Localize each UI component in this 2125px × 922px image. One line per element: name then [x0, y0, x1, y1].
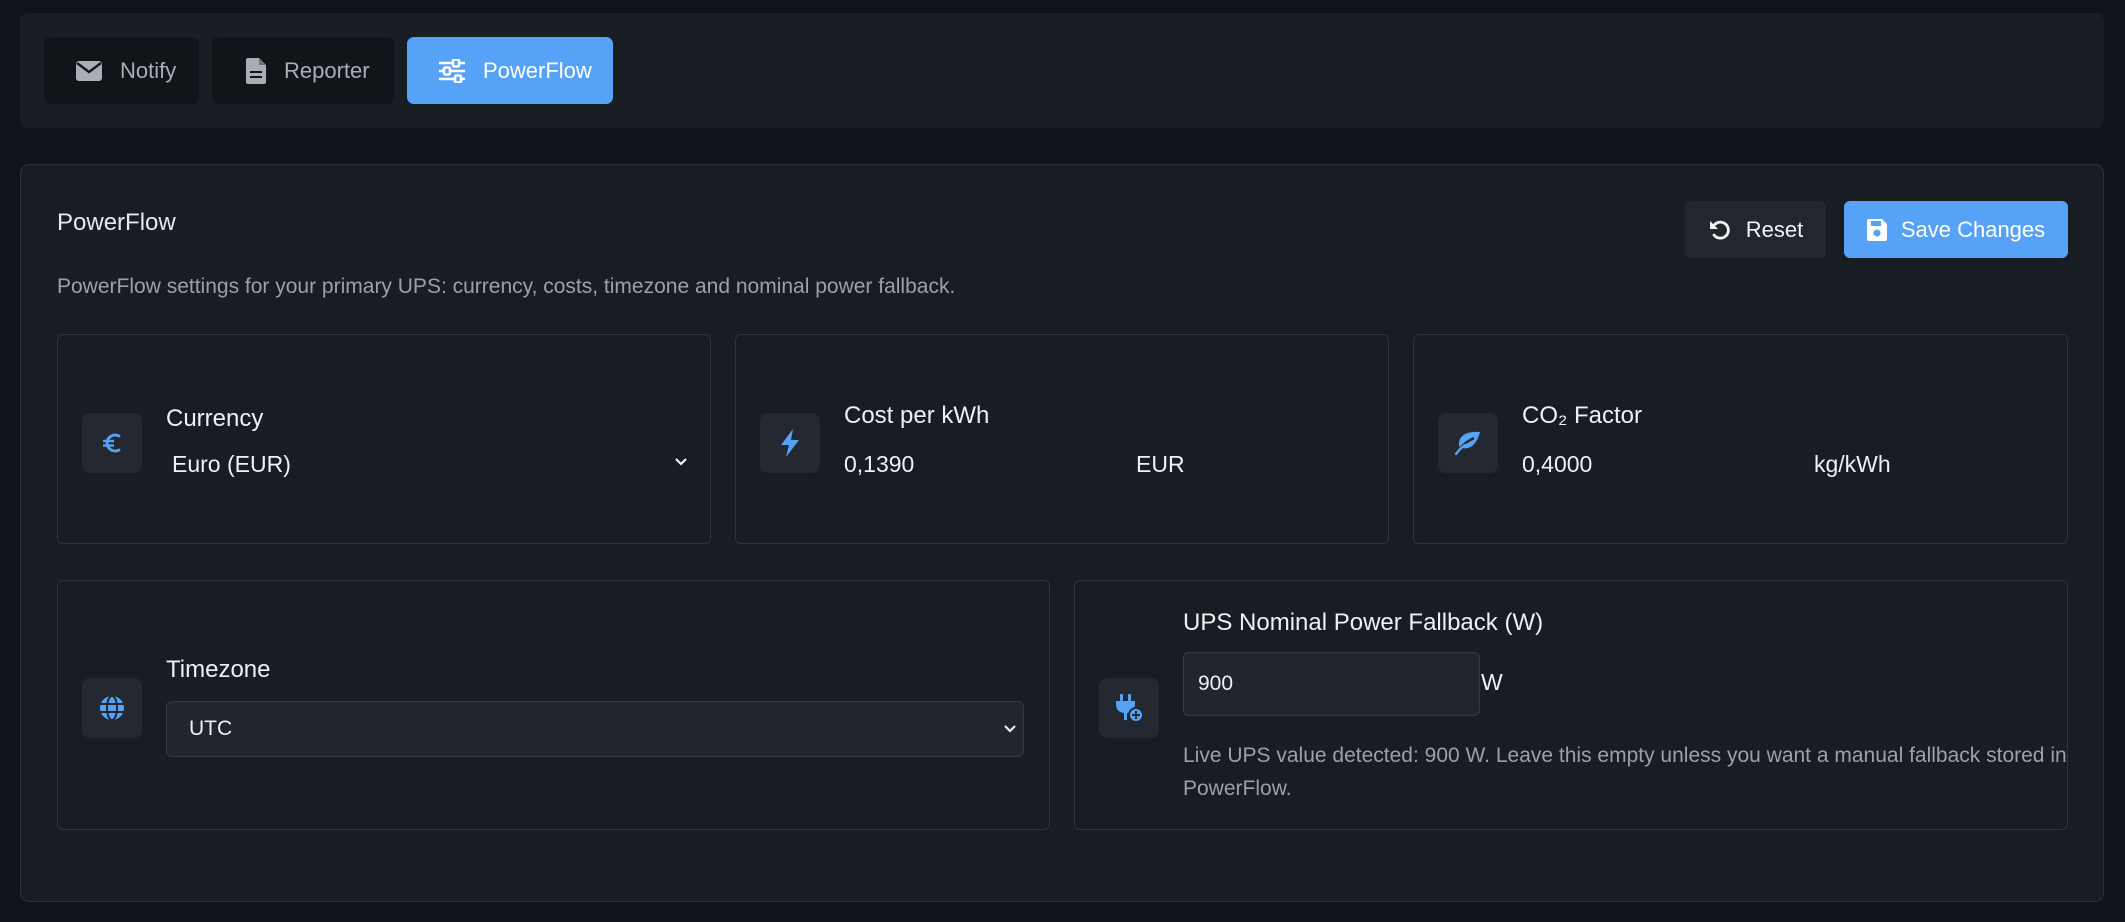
document-icon	[246, 57, 266, 84]
tab-powerflow[interactable]: PowerFlow	[407, 37, 613, 104]
co2-card: CO₂ Factor 0,4000 kg/kWh	[1413, 334, 2068, 544]
floppy-disk-icon	[1866, 218, 1887, 241]
timezone-select[interactable]: UTC	[166, 701, 1024, 757]
top-tab-bar: Notify Reporter PowerFlow	[20, 13, 2104, 128]
panel-description: PowerFlow settings for your primary UPS:…	[57, 275, 956, 298]
tab-reporter-label: Reporter	[284, 57, 370, 83]
globe-icon	[82, 678, 142, 738]
timezone-label: Timezone	[166, 656, 271, 683]
timezone-value: UTC	[189, 717, 233, 740]
cost-unit: EUR	[1136, 451, 1185, 477]
save-button[interactable]: Save Changes	[1844, 201, 2068, 258]
tab-powerflow-label: PowerFlow	[483, 57, 592, 83]
plug-icon	[1099, 678, 1159, 738]
leaf-icon	[1438, 413, 1498, 473]
cost-card: Cost per kWh 0,1390 EUR	[735, 334, 1389, 544]
tab-reporter[interactable]: Reporter	[212, 37, 394, 104]
currency-card: Currency Euro (EUR)	[57, 334, 711, 544]
save-label: Save Changes	[1900, 216, 2046, 242]
timezone-card: Timezone UTC	[57, 580, 1050, 830]
tab-notify-label: Notify	[120, 57, 177, 83]
chevron-down-icon	[1003, 724, 1017, 734]
powerflow-settings-panel: PowerFlow PowerFlow settings for your pr…	[20, 164, 2104, 902]
envelope-icon	[76, 60, 102, 81]
cost-input[interactable]: 0,1390	[844, 451, 914, 478]
co2-unit: kg/kWh	[1814, 451, 1891, 477]
bolt-icon	[760, 413, 820, 473]
currency-value: Euro (EUR)	[172, 451, 291, 477]
currency-label: Currency	[166, 405, 264, 432]
undo-icon	[1708, 218, 1732, 242]
tab-notify[interactable]: Notify	[44, 37, 199, 104]
reset-button[interactable]: Reset	[1685, 201, 1826, 258]
sliders-icon	[439, 58, 465, 83]
reset-label: Reset	[1745, 216, 1804, 242]
chevron-down-icon	[674, 457, 688, 467]
panel-title: PowerFlow	[57, 209, 176, 236]
euro-icon	[82, 413, 142, 473]
co2-label: CO₂ Factor	[1522, 402, 1642, 429]
ups-power-label: UPS Nominal Power Fallback (W)	[1183, 609, 1544, 636]
cost-label: Cost per kWh	[844, 402, 990, 429]
currency-select[interactable]: Euro (EUR)	[166, 443, 688, 483]
ups-power-unit: W	[1481, 669, 1503, 695]
ups-power-hint: Live UPS value detected: 900 W. Leave th…	[1183, 744, 2067, 800]
ups-power-input[interactable]	[1183, 652, 1480, 716]
ups-power-card: UPS Nominal Power Fallback (W) W Live UP…	[1074, 580, 2068, 830]
co2-input[interactable]: 0,4000	[1522, 451, 1592, 478]
